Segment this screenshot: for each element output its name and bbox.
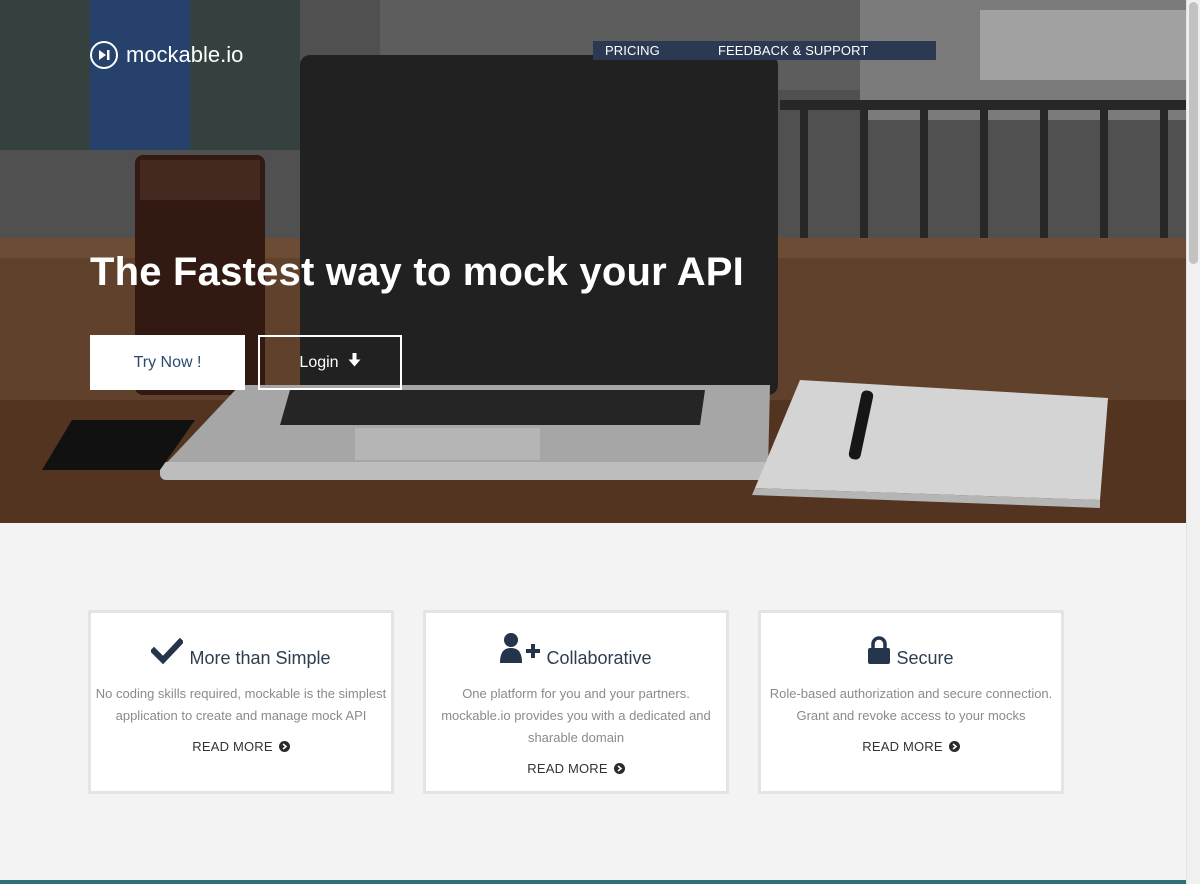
checkmark-icon	[150, 637, 185, 669]
scrollbar-thumb[interactable]	[1189, 2, 1198, 264]
hero-title: The Fastest way to mock your API	[90, 250, 744, 294]
logo-link[interactable]: mockable.io	[90, 41, 243, 69]
hero-section: mockable.io PRICING FEEDBACK & SUPPORT T…	[0, 0, 1186, 523]
read-more-label: READ MORE	[862, 739, 943, 754]
top-navigation: PRICING FEEDBACK & SUPPORT	[593, 41, 936, 60]
feature-card-title: Secure	[896, 648, 954, 668]
chevron-right-circle-icon	[278, 741, 290, 752]
login-button-label: Login	[299, 353, 339, 371]
add-user-icon	[500, 632, 541, 669]
feature-card-text: Role-based authorization and secure conn…	[769, 686, 1053, 723]
nav-pricing-link[interactable]: PRICING	[605, 43, 660, 58]
feature-card-simple: More than Simple No coding skills requir…	[88, 610, 394, 794]
footer-accent-bar	[0, 880, 1186, 884]
try-now-button[interactable]: Try Now !	[90, 335, 245, 390]
chevron-right-circle-icon	[613, 763, 625, 774]
feature-card-title: More than Simple	[189, 648, 331, 668]
logo-text: mockable.io	[126, 42, 244, 67]
read-more-link[interactable]: READ MORE	[192, 739, 290, 754]
page-scrollbar[interactable]	[1186, 0, 1200, 884]
read-more-label: READ MORE	[192, 739, 273, 754]
feature-card-collaborative: Collaborative One platform for you and y…	[423, 610, 729, 794]
feature-card-text: One platform for you and your partners. …	[441, 686, 711, 745]
read-more-link[interactable]: READ MORE	[527, 761, 625, 776]
nav-feedback-support-link[interactable]: FEEDBACK & SUPPORT	[718, 43, 868, 58]
feature-card-text: No coding skills required, mockable is t…	[95, 686, 387, 723]
feature-card-header: Collaborative	[426, 633, 726, 669]
feature-card-title: Collaborative	[546, 648, 652, 668]
read-more-label: READ MORE	[527, 761, 608, 776]
feature-card-header: Secure	[761, 636, 1061, 669]
login-button[interactable]: Login	[258, 335, 402, 390]
logo-icon	[90, 41, 118, 69]
lock-icon	[868, 636, 891, 669]
read-more-link[interactable]: READ MORE	[862, 739, 960, 754]
feature-card-header: More than Simple	[91, 637, 391, 669]
arrow-down-icon	[348, 353, 361, 372]
feature-card-secure: Secure Role-based authorization and secu…	[758, 610, 1064, 794]
chevron-right-circle-icon	[948, 741, 960, 752]
